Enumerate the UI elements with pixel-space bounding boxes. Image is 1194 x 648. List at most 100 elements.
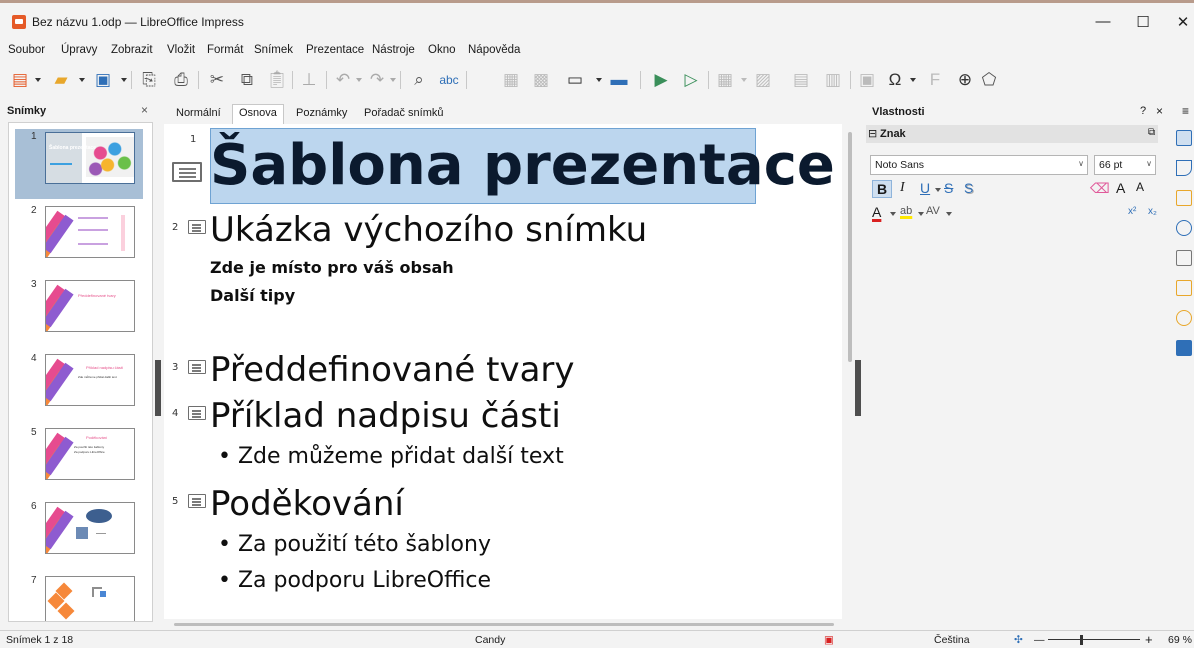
grid-icon[interactable]: ▦ xyxy=(500,69,522,91)
strikethrough-button[interactable]: S xyxy=(944,180,953,196)
font-name-combobox[interactable]: Noto Sans ∨ xyxy=(870,155,1088,175)
master-slides-deck-icon[interactable] xyxy=(1176,340,1192,356)
menu-snimek[interactable]: Snímek xyxy=(254,44,293,56)
slide-thumbnail[interactable]: 2 xyxy=(15,203,143,273)
scrollbar-thumb[interactable] xyxy=(174,623,834,626)
new-dropdown-icon[interactable] xyxy=(35,78,41,82)
minimize-button[interactable]: — xyxy=(1088,13,1118,30)
print-icon[interactable]: ⎙ xyxy=(170,69,192,91)
slide-thumbnail[interactable]: 5 Poděkování Za použití této šablony Za … xyxy=(15,425,143,495)
outline-bullet-item[interactable]: • Za použití této šablony xyxy=(218,532,491,557)
undo-dropdown-icon[interactable] xyxy=(356,78,362,82)
start-current-slide-icon[interactable]: ▷ xyxy=(680,69,702,91)
zoom-in-button[interactable]: + xyxy=(1145,632,1153,647)
outline-editor[interactable]: 1 Šablona prezentace 2 Ukázka výchozího … xyxy=(164,124,842,619)
font-color-button[interactable]: A xyxy=(872,204,881,220)
maximize-button[interactable]: ☐ xyxy=(1128,13,1158,31)
language-status[interactable]: Čeština xyxy=(934,634,970,646)
draw-shapes-icon[interactable]: ⬠ xyxy=(978,69,1000,91)
underline-dropdown-icon[interactable] xyxy=(935,188,941,192)
redo-dropdown-icon[interactable] xyxy=(390,78,396,82)
slides-panel-close-icon[interactable]: × xyxy=(141,103,148,117)
outline-horizontal-scrollbar[interactable] xyxy=(164,619,842,629)
scrollbar-thumb[interactable] xyxy=(848,132,852,362)
outline-item[interactable]: Další tipy xyxy=(210,286,295,305)
special-character-icon[interactable]: Ω xyxy=(884,69,906,91)
menu-prezentace[interactable]: Prezentace xyxy=(306,44,364,56)
spelling-icon[interactable]: abc xyxy=(438,69,460,91)
tab-poznamky[interactable]: Poznámky xyxy=(290,105,353,125)
export-pdf-icon[interactable]: ⎘ xyxy=(138,69,160,91)
open-folder-icon[interactable]: ▰ xyxy=(50,69,72,91)
styles-deck-icon[interactable] xyxy=(1176,160,1192,176)
shapes-deck-icon[interactable] xyxy=(1176,250,1192,266)
save-dropdown-icon[interactable] xyxy=(121,78,127,82)
paste-icon[interactable]: 📋︎ xyxy=(266,69,288,91)
character-section-header[interactable]: ⊟ Znak ⧉ xyxy=(866,125,1158,143)
zoom-out-button[interactable]: — xyxy=(1034,634,1045,646)
outline-vertical-scrollbar[interactable] xyxy=(846,124,854,619)
help-icon[interactable]: ? xyxy=(1140,105,1146,117)
special-character-dropdown-icon[interactable] xyxy=(910,78,916,82)
display-views-dropdown-icon[interactable] xyxy=(596,78,602,82)
tab-normalni[interactable]: Normální xyxy=(170,105,227,125)
tab-poradac-snimku[interactable]: Pořadač snímků xyxy=(358,105,449,125)
underline-button[interactable]: U xyxy=(920,180,930,196)
zoom-level[interactable]: 69 % xyxy=(1168,634,1192,646)
save-icon[interactable]: ▣ xyxy=(92,69,114,91)
slide-thumbnail[interactable]: 1 Šablona prezentace xyxy=(15,129,143,199)
superscript-button[interactable]: x² xyxy=(1128,206,1136,217)
outline-slide-title[interactable]: Šablona prezentace xyxy=(210,128,835,204)
undo-icon[interactable]: ↶ xyxy=(332,69,354,91)
fontwork-icon[interactable]: F xyxy=(924,69,946,91)
outline-slide-title[interactable]: Příklad nadpisu části xyxy=(210,394,561,438)
insert-chart-icon[interactable]: ▥ xyxy=(822,69,844,91)
slide-thumbnail[interactable]: 4 Příklad nadpisu části Zde můžeme přida… xyxy=(15,351,143,421)
right-panel-splitter-handle[interactable] xyxy=(855,360,861,416)
document-modified-icon[interactable]: ▣ xyxy=(824,634,834,646)
clone-formatting-icon[interactable]: ⊥ xyxy=(298,69,320,91)
slide-sorter-list[interactable]: 1 Šablona prezentace 2 3 Předdefinované … xyxy=(8,122,153,622)
outline-slide-title[interactable]: Ukázka výchozího snímku xyxy=(210,208,647,252)
insert-textbox-icon[interactable]: ▣ xyxy=(856,69,878,91)
outline-bullet-item[interactable]: • Za podporu LibreOffice xyxy=(218,568,491,593)
menu-soubor[interactable]: Soubor xyxy=(8,44,45,56)
display-views-icon[interactable]: ▭ xyxy=(562,69,588,91)
insert-image-icon[interactable]: ▨ xyxy=(752,69,774,91)
insert-media-icon[interactable]: ▤ xyxy=(790,69,812,91)
italic-button[interactable]: I xyxy=(900,180,905,196)
properties-close-icon[interactable]: × xyxy=(1156,104,1163,118)
highlight-button[interactable]: ab xyxy=(900,205,912,217)
redo-icon[interactable]: ↷ xyxy=(366,69,388,91)
bold-button[interactable]: B xyxy=(872,180,892,198)
open-dropdown-icon[interactable] xyxy=(79,78,85,82)
navigator-deck-icon[interactable] xyxy=(1176,220,1192,236)
master-slide-name[interactable]: Candy xyxy=(475,634,505,646)
sidebar-menu-icon[interactable]: ≡ xyxy=(1182,104,1189,118)
tab-osnova[interactable]: Osnova xyxy=(232,104,284,124)
outline-item[interactable]: Zde je místo pro váš obsah xyxy=(210,258,454,277)
font-color-dropdown-icon[interactable] xyxy=(890,212,896,216)
slide-thumbnail[interactable]: 6 xyxy=(15,499,143,569)
shadow-button[interactable]: S xyxy=(964,180,973,196)
new-document-icon[interactable]: ▤ xyxy=(10,69,30,91)
menu-okno[interactable]: Okno xyxy=(428,44,456,56)
start-first-slide-icon[interactable]: ▶ xyxy=(650,69,672,91)
find-replace-icon[interactable]: ⌕ xyxy=(408,69,430,91)
menu-upravy[interactable]: Úpravy xyxy=(61,44,97,56)
outline-slide-title[interactable]: Předdefinované tvary xyxy=(210,348,575,392)
clear-formatting-icon[interactable]: ⌫ xyxy=(1090,180,1110,197)
increase-font-button[interactable]: A xyxy=(1116,180,1125,196)
more-options-icon[interactable]: ⧉ xyxy=(1148,127,1155,138)
gallery-deck-icon[interactable] xyxy=(1176,190,1192,206)
menu-napoveda[interactable]: Nápověda xyxy=(468,44,520,56)
highlight-dropdown-icon[interactable] xyxy=(918,212,924,216)
menu-zobrazit[interactable]: Zobrazit xyxy=(111,44,153,56)
slide-thumbnail[interactable]: 7 xyxy=(15,573,143,621)
cut-icon[interactable]: ✂ xyxy=(206,69,228,91)
master-slide-icon[interactable]: ▬ xyxy=(608,69,630,91)
spacing-dropdown-icon[interactable] xyxy=(946,212,952,216)
character-spacing-button[interactable]: AV xyxy=(926,205,940,217)
zoom-slider-track[interactable] xyxy=(1048,639,1140,640)
helplines-icon[interactable]: ▩ xyxy=(530,69,552,91)
